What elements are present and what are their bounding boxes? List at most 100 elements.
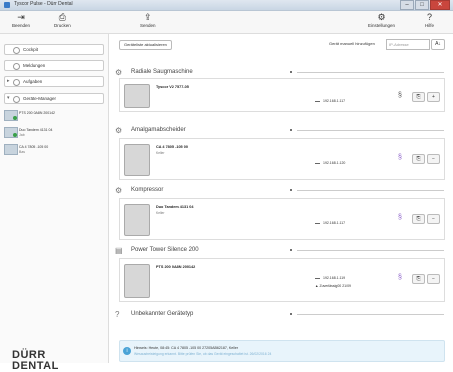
- status-ok-icon: [13, 133, 17, 137]
- section-bullet: [290, 313, 292, 315]
- ip-value: 192.168.1.117: [323, 99, 346, 103]
- beenden-button[interactable]: ⇥ Beenden: [12, 12, 30, 28]
- notification-banner[interactable]: i Hinweis: Heute, 08:45: CA 4 7805 -105 …: [119, 340, 445, 362]
- printer-icon: ⎙: [58, 12, 66, 22]
- einstellungen-label: Einstellungen: [368, 23, 396, 28]
- status-ok-icon: [13, 116, 17, 120]
- device-location: Jab: [19, 133, 25, 137]
- section-title: Unbekannter Gerätetyp: [131, 311, 194, 317]
- ip-address: 192.168.1.120: [315, 159, 345, 165]
- chevron-down-icon: ▾: [7, 95, 10, 101]
- device-image: [124, 144, 150, 176]
- tower-icon: ▤: [115, 246, 123, 255]
- open-link-button[interactable]: ⎘: [412, 92, 425, 102]
- nav-label: Cockpit: [23, 47, 39, 52]
- section-divider: [297, 130, 444, 131]
- sidebar-device-pts[interactable]: PTS 200 0A8N 200142: [4, 110, 104, 122]
- minimize-button[interactable]: –: [400, 0, 414, 10]
- ip-address: 192.168.1.119: [315, 274, 345, 280]
- device-image: [124, 264, 150, 298]
- section-bullet: [290, 71, 292, 73]
- device-image: [124, 84, 150, 108]
- device-card-tyscor[interactable]: Tyscor V2 7577-05 192.168.1.117 § ⎘ +: [119, 78, 445, 112]
- link-icon[interactable]: §: [398, 274, 402, 281]
- network-icon: [315, 159, 320, 164]
- app-icon: [4, 2, 10, 8]
- sort-button[interactable]: A↓: [431, 39, 445, 50]
- section-divider: [297, 314, 444, 315]
- notice-line2: Wesaustreisteigung erkannt. Bitte prüfen…: [134, 352, 272, 356]
- network-icon: [315, 97, 320, 102]
- remove-button[interactable]: −: [427, 214, 440, 224]
- device-status: Keller: [156, 151, 165, 155]
- messages-icon: [13, 63, 20, 70]
- notice-line1: Hinweis: Heute, 08:45: CA 4 7805 -105 00…: [134, 346, 239, 350]
- reliability-value: Zuverlässig00 21/09: [319, 284, 351, 288]
- manual-add-label[interactable]: Gerät manuell hinzufügen: [329, 41, 375, 46]
- section-title: Kompressor: [131, 187, 164, 193]
- device-location: Bas: [19, 150, 26, 154]
- drucken-button[interactable]: ⎙ Drucken: [54, 12, 71, 28]
- open-link-button[interactable]: ⎘: [412, 154, 425, 164]
- send-icon: ⇪: [143, 12, 152, 22]
- nav-aufgaben[interactable]: ▸ Aufgaben: [4, 76, 104, 87]
- device-name: CA 4 7805 -105 00: [156, 145, 188, 149]
- ip-address: 192.168.1.117: [315, 97, 345, 103]
- toolbar: ⇥ Beenden ⎙ Drucken ⇪ Senden ⚙ Einstellu…: [0, 11, 453, 34]
- nav-meldungen[interactable]: Meldungen: [4, 60, 104, 71]
- compressor-icon: ⚙: [115, 186, 123, 195]
- remove-button[interactable]: −: [427, 154, 440, 164]
- add-button[interactable]: +: [427, 92, 440, 102]
- nav-label: Aufgaben: [23, 79, 43, 84]
- open-link-button[interactable]: ⎘: [412, 274, 425, 284]
- open-link-button[interactable]: ⎘: [412, 214, 425, 224]
- device-name: PTS 200 0A8N 200142: [156, 265, 196, 269]
- ip-value: 192.168.1.119: [323, 276, 346, 280]
- device-card-duo-tandem[interactable]: Duo Tandem 4131 04 Keller 192.168.1.117 …: [119, 198, 445, 240]
- durr-dental-logo: DÜRR DENTAL: [12, 350, 59, 372]
- link-icon[interactable]: §: [398, 214, 402, 221]
- cockpit-icon: [13, 47, 20, 54]
- device-card-pts200[interactable]: PTS 200 0A8N 200142 192.168.1.119 ▲ Zuve…: [119, 258, 445, 302]
- section-title: Power Tower Silence 200: [131, 247, 199, 253]
- section-divider: [297, 190, 444, 191]
- nav-cockpit[interactable]: Cockpit: [4, 44, 104, 55]
- close-button[interactable]: ✕: [430, 0, 450, 10]
- ip-address-input[interactable]: IP-Adresse: [386, 39, 430, 50]
- exit-icon: ⇥: [17, 12, 25, 22]
- window-controls: – □ ✕: [400, 0, 450, 10]
- senden-button[interactable]: ⇪ Senden: [140, 12, 156, 28]
- senden-label: Senden: [140, 23, 156, 28]
- sidebar-device-ca[interactable]: CA 4 7805 -105 00 Bas: [4, 144, 104, 156]
- ip-value: 192.168.1.117: [323, 221, 346, 225]
- link-icon[interactable]: §: [398, 154, 402, 161]
- device-name: Duo Tandem 4131 04: [19, 128, 53, 132]
- device-name: Duo Tandem 4131 04: [156, 205, 194, 209]
- device-thumbnail: [4, 144, 18, 155]
- maximize-button[interactable]: □: [415, 0, 429, 10]
- device-name: Tyscor V2 7577-05: [156, 85, 189, 89]
- remove-button[interactable]: −: [427, 274, 440, 284]
- hilfe-button[interactable]: ? Hilfe: [425, 12, 434, 28]
- network-icon: [315, 219, 320, 224]
- suction-icon: ⚙: [115, 68, 123, 77]
- section-divider: [297, 72, 444, 73]
- window-title: Tyscor Pulse - Dürr Dental: [14, 1, 73, 7]
- device-list-panel: Geräteliste aktualisieren Gerät manuell …: [109, 34, 453, 363]
- device-manager-icon: [13, 96, 20, 103]
- info-icon: i: [123, 347, 131, 355]
- nav-label: Meldungen: [23, 63, 46, 68]
- einstellungen-button[interactable]: ⚙ Einstellungen: [368, 12, 395, 28]
- refresh-device-list-button[interactable]: Geräteliste aktualisieren: [119, 40, 172, 50]
- ip-value: 192.168.1.120: [323, 161, 346, 165]
- device-card-ca4[interactable]: CA 4 7805 -105 00 Keller 192.168.1.120 §…: [119, 138, 445, 180]
- link-icon[interactable]: §: [398, 92, 402, 99]
- nav-geraete-manager[interactable]: ▾ Geräte-Manager: [4, 93, 104, 104]
- section-title: Radiale Saugmaschine: [131, 69, 193, 75]
- device-name: CA 4 7805 -105 00: [19, 145, 49, 149]
- chevron-right-icon: ▸: [7, 78, 10, 84]
- device-image: [124, 204, 150, 236]
- device-name: PTS 200 0A8N 200142: [19, 111, 55, 115]
- drucken-label: Drucken: [54, 23, 71, 28]
- sidebar-device-duo[interactable]: Duo Tandem 4131 04 Jab: [4, 127, 104, 139]
